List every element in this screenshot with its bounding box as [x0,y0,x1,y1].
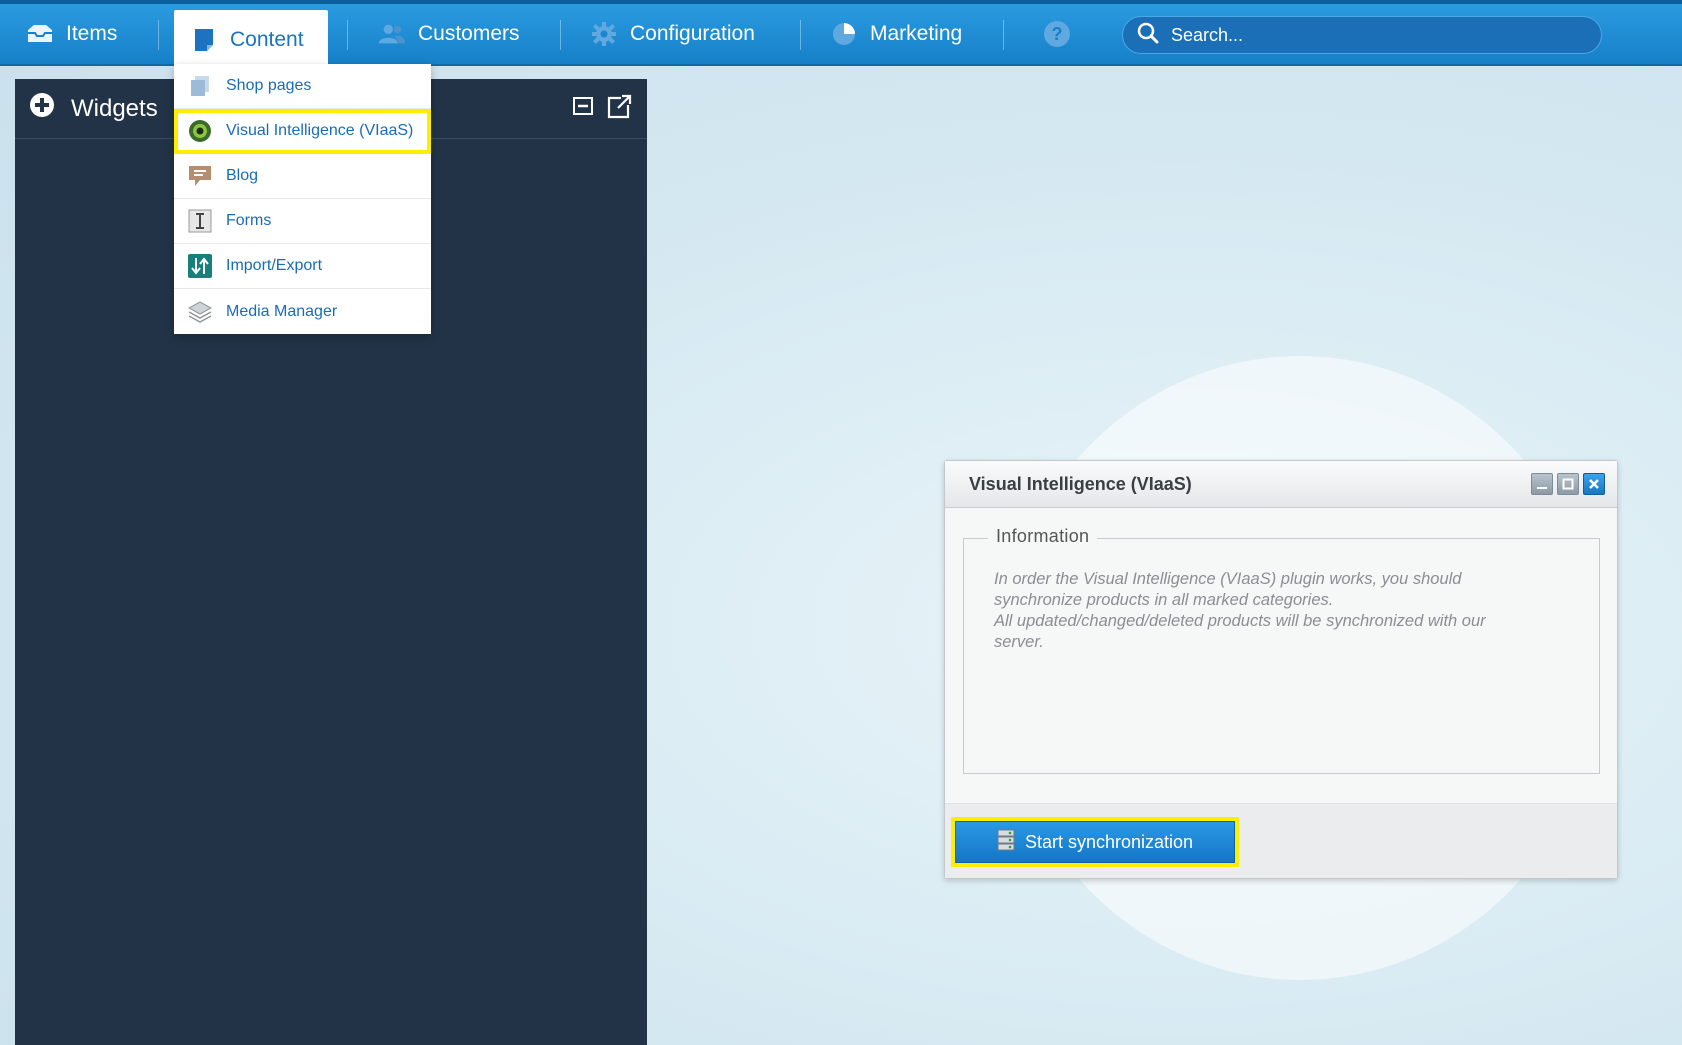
nav-customers-label: Customers [418,22,520,45]
menu-item-forms[interactable]: Forms [174,199,431,244]
page-icon [190,26,218,54]
start-synchronization-label: Start synchronization [1024,831,1194,852]
speech-bubble-icon [188,164,212,188]
nav-help[interactable]: ? [1043,4,1071,64]
menu-item-label: Shop pages [226,77,312,94]
information-fieldset: Information In order the Visual Intellig… [963,526,1600,774]
menu-item-import-export[interactable]: Import/Export [174,244,431,289]
svg-text:?: ? [1052,24,1063,44]
help-icon: ? [1043,20,1071,48]
arrows-updown-icon [188,254,212,278]
close-icon [1589,479,1599,489]
layers-icon [188,300,212,324]
minimize-button[interactable] [1531,473,1553,495]
nav-separator [800,20,801,50]
content-dropdown-menu: Shop pages Visual Intelligence (VIaaS) B… [174,64,431,334]
dialog-title: Visual Intelligence (VIaaS) [969,473,1192,494]
info-line: synchronize products in all marked categ… [994,591,1334,609]
inbox-icon [26,20,54,48]
menu-item-label: Media Manager [226,302,338,320]
nav-items[interactable]: Items [26,4,117,64]
window-controls [1531,473,1605,495]
dialog-footer: Start synchronization [945,803,1617,878]
menu-item-blog[interactable]: Blog [174,154,431,199]
collapse-icon[interactable] [571,93,595,126]
text-cursor-icon [188,209,212,233]
nav-content[interactable]: Content [174,10,328,70]
pages-icon [188,74,212,98]
gear-icon [590,20,618,48]
nav-separator [1003,20,1004,50]
maximize-icon [1562,478,1574,490]
menu-item-label: Forms [226,212,272,229]
maximize-button[interactable] [1557,473,1579,495]
info-line: All updated/changed/deleted products wil… [994,612,1486,630]
nav-separator [347,20,348,50]
info-line: In order the Visual Intelligence (VIaaS)… [994,570,1462,588]
external-link-icon[interactable] [605,93,633,126]
close-button[interactable] [1583,473,1605,495]
nav-separator [560,20,561,50]
add-widget-icon[interactable] [29,92,55,125]
info-line: server. [994,633,1044,651]
nav-configuration-label: Configuration [630,22,755,45]
information-text: In order the Visual Intelligence (VIaaS)… [994,569,1554,653]
nav-marketing[interactable]: Marketing [830,4,962,64]
widget-tools [571,93,633,126]
nav-items-label: Items [66,22,118,45]
widgets-title: Widgets [71,94,158,122]
nav-content-label: Content [230,28,304,51]
menu-item-label: Blog [226,167,259,184]
pie-chart-icon [830,20,858,48]
menu-item-shop-pages[interactable]: Shop pages [174,64,431,109]
fieldset-legend: Information [988,526,1098,547]
search-box[interactable] [1122,16,1602,54]
vision-eye-icon [188,119,212,143]
menu-item-visual-intelligence[interactable]: Visual Intelligence (VIaaS) [174,109,431,154]
nav-marketing-label: Marketing [870,22,963,45]
users-icon [378,20,406,48]
dialog-title-bar[interactable]: Visual Intelligence (VIaaS) [945,461,1617,508]
menu-item-label: Import/Export [226,257,323,274]
nav-configuration[interactable]: Configuration [590,4,755,64]
start-synchronization-button[interactable]: Start synchronization [955,821,1235,863]
server-icon [997,829,1015,856]
menu-item-label: Visual Intelligence (VIaaS) [226,122,414,139]
minimize-icon [1537,487,1547,489]
search-icon [1137,22,1159,49]
nav-customers[interactable]: Customers [378,4,520,64]
search-input[interactable] [1171,24,1571,46]
viaas-dialog: Visual Intelligence (VIaaS) Information … [944,460,1618,879]
menu-item-media-manager[interactable]: Media Manager [174,289,431,334]
highlight-frame: Start synchronization [951,817,1239,867]
top-navigation: Items Content Customers Configuration Ma… [0,0,1682,70]
nav-separator [158,20,159,50]
